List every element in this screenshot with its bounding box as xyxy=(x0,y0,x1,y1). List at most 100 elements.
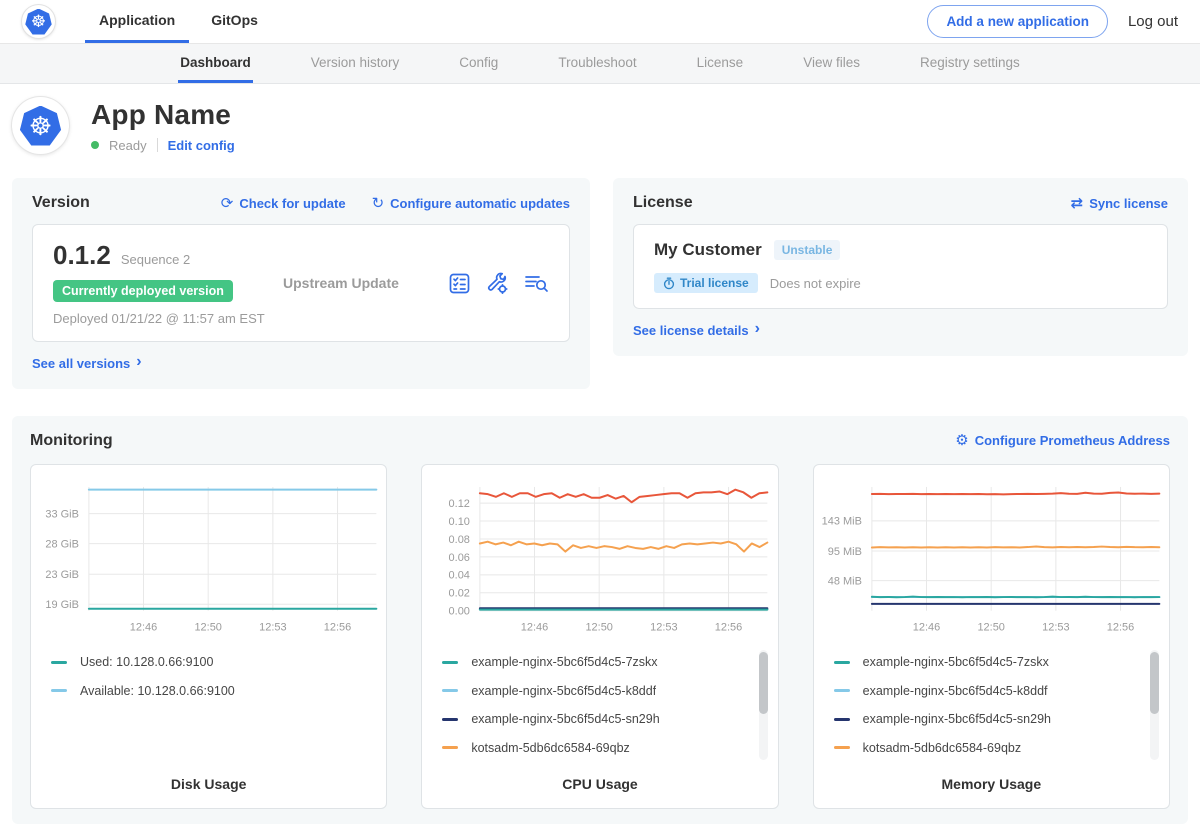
legend-item: example-nginx-5bc6f5d4c5-7zskx xyxy=(442,648,749,677)
svg-text:12:53: 12:53 xyxy=(650,621,677,633)
svg-text:12:53: 12:53 xyxy=(1042,621,1069,633)
version-number: 0.1.2 xyxy=(53,240,111,271)
license-type-badge: Trial license xyxy=(654,273,758,293)
see-license-details-link[interactable]: See license details › xyxy=(633,322,760,338)
tab-config[interactable]: Config xyxy=(457,44,500,83)
svg-text:23 GiB: 23 GiB xyxy=(45,569,79,581)
legend-scrollbar-thumb[interactable] xyxy=(1150,652,1159,714)
update-type-label: Upstream Update xyxy=(283,275,448,291)
tab-version-history[interactable]: Version history xyxy=(309,44,402,83)
app-kubernetes-icon: ☸ xyxy=(20,106,62,146)
legend-label: example-nginx-5bc6f5d4c5-7zskx xyxy=(471,655,657,669)
tab-license[interactable]: License xyxy=(695,44,746,83)
top-tab-gitops[interactable]: GitOps xyxy=(197,0,272,43)
svg-text:28 GiB: 28 GiB xyxy=(45,538,79,550)
legend-item: example-nginx-5bc6f5d4c5-7zskx xyxy=(834,648,1141,677)
config-wrench-icon[interactable] xyxy=(486,272,509,295)
legend-item: example-nginx-5bc6f5d4c5-k8ddf xyxy=(442,677,749,706)
legend-label: example-nginx-5bc6f5d4c5-k8ddf xyxy=(863,684,1048,698)
kubernetes-logo-icon: ☸ xyxy=(25,9,52,35)
brand-logo[interactable]: ☸ xyxy=(22,0,55,43)
legend-swatch xyxy=(51,689,67,692)
svg-text:0.02: 0.02 xyxy=(449,587,470,599)
configure-automatic-updates-link[interactable]: ↻ Configure automatic updates xyxy=(372,196,570,211)
svg-text:12:50: 12:50 xyxy=(194,621,221,633)
version-card-title: Version xyxy=(32,194,90,212)
legend-label: kotsadm-5db6dc6584-69qbz xyxy=(863,741,1021,755)
legend-label: example-nginx-5bc6f5d4c5-k8ddf xyxy=(471,684,656,698)
license-panel: My Customer Unstable Trial license Does … xyxy=(633,224,1168,309)
see-all-versions-link[interactable]: See all versions › xyxy=(32,355,142,371)
customer-name: My Customer xyxy=(654,240,762,260)
status-dot xyxy=(91,141,99,149)
check-for-update-link[interactable]: ⟳ Check for update xyxy=(221,196,346,211)
legend-item: Available: 10.128.0.66:9100 xyxy=(51,677,358,706)
sync-arrows-icon: ⇄ xyxy=(1071,196,1084,211)
chart-card-memory-usage: 48 MiB95 MiB143 MiB12:4612:5012:5312:56e… xyxy=(813,464,1170,810)
legend-scrollbar-track xyxy=(1150,650,1159,760)
legend-label: Used: 10.128.0.66:9100 xyxy=(80,655,213,669)
refresh-icon: ⟳ xyxy=(221,196,234,211)
license-expiry: Does not expire xyxy=(770,276,861,291)
svg-text:0.04: 0.04 xyxy=(449,569,470,581)
svg-text:48 MiB: 48 MiB xyxy=(827,575,861,587)
view-logs-icon[interactable] xyxy=(524,272,549,295)
preflight-checks-icon[interactable] xyxy=(448,272,471,295)
chart-title: Disk Usage xyxy=(31,776,386,792)
svg-text:12:50: 12:50 xyxy=(977,621,1004,633)
svg-text:12:56: 12:56 xyxy=(1106,621,1133,633)
chevron-right-icon: › xyxy=(755,321,760,337)
cpu-usage-legend: example-nginx-5bc6f5d4c5-7zskx example-ng… xyxy=(442,648,769,762)
svg-text:12:56: 12:56 xyxy=(324,621,351,633)
svg-text:12:53: 12:53 xyxy=(259,621,286,633)
channel-badge: Unstable xyxy=(774,240,841,260)
deployed-version-badge: Currently deployed version xyxy=(53,280,233,302)
svg-text:33 GiB: 33 GiB xyxy=(45,508,79,520)
topbar-right: Add a new application Log out xyxy=(927,0,1178,43)
legend-scrollbar-thumb[interactable] xyxy=(759,652,768,714)
svg-text:0.12: 0.12 xyxy=(449,497,470,509)
version-card: Version ⟳ Check for update ↻ Configure a… xyxy=(12,178,590,389)
svg-text:0.00: 0.00 xyxy=(449,605,470,617)
tab-troubleshoot[interactable]: Troubleshoot xyxy=(556,44,638,83)
legend-label: example-nginx-5bc6f5d4c5-sn29h xyxy=(863,712,1051,726)
gear-icon: ⚙ xyxy=(955,433,968,448)
cpu-usage-chart: 0.000.020.040.060.080.100.1212:4612:5012… xyxy=(422,473,777,645)
app-avatar: ☸ xyxy=(12,97,69,154)
legend-swatch xyxy=(442,718,458,721)
license-card: License ⇄ Sync license My Customer Unsta… xyxy=(613,178,1188,356)
tab-registry-settings[interactable]: Registry settings xyxy=(918,44,1022,83)
add-application-button[interactable]: Add a new application xyxy=(927,5,1108,38)
current-version-panel: 0.1.2 Sequence 2 Currently deployed vers… xyxy=(32,224,570,342)
legend-swatch xyxy=(834,746,850,749)
disk-usage-chart: 19 GiB 23 GiB 28 GiB 33 GiB 12:46 12:50 12:53 1… xyxy=(31,473,386,645)
top-tabs: ApplicationGitOps xyxy=(85,0,272,43)
svg-text:95 MiB: 95 MiB xyxy=(827,545,861,557)
legend-item: example-nginx-5bc6f5d4c5-sn29h xyxy=(442,705,749,734)
chart-title: Memory Usage xyxy=(814,776,1169,792)
svg-text:0.08: 0.08 xyxy=(449,533,470,545)
memory-usage-legend: example-nginx-5bc6f5d4c5-7zskx example-ng… xyxy=(834,648,1161,762)
legend-item: example-nginx-5bc6f5d4c5-k8ddf xyxy=(834,677,1141,706)
tab-view-files[interactable]: View files xyxy=(801,44,862,83)
divider xyxy=(157,138,158,152)
sync-license-link[interactable]: ⇄ Sync license xyxy=(1071,196,1168,211)
configure-prometheus-link[interactable]: ⚙ Configure Prometheus Address xyxy=(955,433,1170,448)
top-tab-application[interactable]: Application xyxy=(85,0,189,43)
monitoring-title: Monitoring xyxy=(30,432,113,450)
legend-swatch xyxy=(834,689,850,692)
legend-label: example-nginx-5bc6f5d4c5-sn29h xyxy=(471,712,659,726)
edit-config-link[interactable]: Edit config xyxy=(168,138,235,153)
legend-item: kotsadm-5db6dc6584-69qbz xyxy=(834,734,1141,763)
legend-item: kotsadm-5db6dc6584-69qbz xyxy=(442,734,749,763)
app-header: ☸ App Name Ready Edit config xyxy=(0,84,1200,170)
monitoring-section: Monitoring ⚙ Configure Prometheus Addres… xyxy=(12,416,1188,824)
svg-text:143 MiB: 143 MiB xyxy=(821,515,861,527)
logout-button[interactable]: Log out xyxy=(1128,13,1178,30)
svg-text:19 GiB: 19 GiB xyxy=(45,599,79,611)
tab-dashboard[interactable]: Dashboard xyxy=(178,44,253,83)
svg-text:12:46: 12:46 xyxy=(130,621,157,633)
version-sequence: Sequence 2 xyxy=(121,252,190,267)
clock-refresh-icon: ↻ xyxy=(372,196,385,211)
legend-swatch xyxy=(442,689,458,692)
